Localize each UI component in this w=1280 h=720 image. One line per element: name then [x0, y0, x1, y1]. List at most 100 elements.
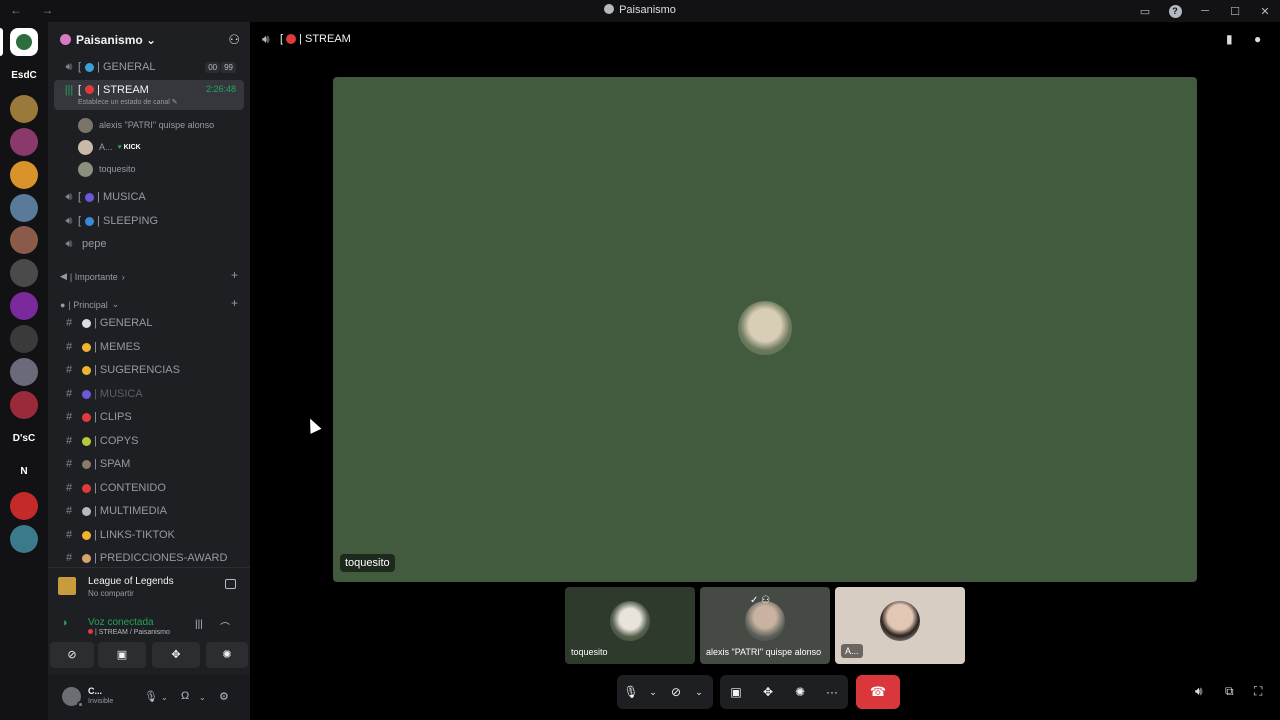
hash-icon: # — [65, 435, 73, 447]
channel-status-prompt[interactable]: Establece un estado de canal ✎ — [78, 98, 178, 106]
create-channel-icon[interactable]: + — [231, 268, 238, 282]
server-icon[interactable] — [10, 525, 38, 553]
chevron-down-icon[interactable]: ⌄ — [691, 687, 707, 698]
noise-suppression-icon[interactable]: ||| — [195, 619, 203, 630]
server-icon[interactable] — [10, 492, 38, 520]
microphone-button[interactable]: 🎙︎ — [617, 685, 645, 699]
text-channel[interactable]: # | MEMES — [54, 336, 244, 358]
focused-participant[interactable]: toquesito — [333, 77, 1197, 582]
activities-button[interactable]: ✥ — [152, 642, 200, 668]
chat-icon[interactable]: ● — [1254, 32, 1261, 46]
server-icon[interactable] — [10, 358, 38, 386]
speech-bubble-icon: ● — [60, 299, 66, 310]
text-channel[interactable]: # | CLIPS — [54, 406, 244, 428]
voice-channel-pepe[interactable]: 🔊︎ pepe — [54, 233, 244, 255]
volume-icon[interactable]: 🔊︎ — [1195, 684, 1203, 699]
chevron-down-icon[interactable]: ⌄ — [645, 687, 661, 698]
pop-out-icon[interactable]: ⧉ — [1225, 684, 1234, 699]
participant-tile[interactable]: toquesito — [565, 587, 695, 664]
server-icon[interactable] — [10, 292, 38, 320]
screen-share-button[interactable]: ▣ — [98, 642, 146, 668]
signal-icon[interactable]: ◗ — [62, 617, 69, 629]
channel-name: | CLIPS — [94, 411, 132, 423]
stream-game-icon[interactable] — [225, 579, 236, 589]
voice-status-title[interactable]: Voz conectada — [88, 617, 154, 628]
text-channel[interactable]: # | MUSICA — [54, 383, 244, 405]
voice-status-channel[interactable]: | STREAM / Paisanismo — [88, 629, 170, 636]
category-importante[interactable]: ◀ | Importante › — [60, 271, 125, 282]
voice-channel-sleeping[interactable]: 🔊︎ [ | SLEEPING — [54, 210, 244, 232]
voice-channel-general[interactable]: 🔊︎ [ | GENERAL 00 99 — [54, 56, 244, 78]
username[interactable]: C... — [88, 686, 102, 696]
inbox-icon[interactable]: ▭ — [1130, 5, 1160, 18]
channel-name: | COPYS — [94, 435, 139, 447]
soundboard-button[interactable]: ✺ — [206, 642, 248, 668]
text-channel[interactable]: # | SUGERENCIAS — [54, 359, 244, 381]
text-channel[interactable]: # | MULTIMEDIA — [54, 500, 244, 522]
add-member-icon[interactable]: ⚇ — [228, 32, 240, 48]
channel-sidebar: Paisanismo ⌄ ⚇ 🔊︎ [ | GENERAL 00 99 ||| [… — [48, 22, 250, 720]
channel-header: 🔊︎ [| STREAM ▮ ● — [250, 22, 1280, 56]
bookmark-icon[interactable]: ▮ — [1226, 32, 1233, 46]
channel-name: | GENERAL — [97, 61, 156, 73]
disconnect-button[interactable]: ☎ — [856, 675, 900, 709]
soundboard-button[interactable]: ✺ — [784, 685, 816, 699]
text-channel[interactable]: # | LINKS-TIKTOK — [54, 524, 244, 546]
channel-name: | MULTIMEDIA — [94, 505, 167, 517]
channel-emoji-icon — [82, 506, 91, 516]
fullscreen-icon[interactable]: ⛶ — [1254, 684, 1262, 699]
server-icon[interactable] — [10, 194, 38, 222]
window-title-wrap: Paisanismo — [0, 4, 1280, 16]
participant-tile[interactable]: A... — [835, 587, 965, 664]
category-principal[interactable]: ● | Principal ⌄ — [60, 299, 119, 310]
voice-channel-stream[interactable]: ||| [ | STREAM 2:26:48 Establece un esta… — [54, 80, 244, 110]
megaphone-icon: ◀ — [60, 271, 67, 281]
maximize-button[interactable]: ☐ — [1220, 5, 1250, 18]
text-channel[interactable]: # | GENERAL — [54, 312, 244, 334]
red-circle-emoji-icon — [286, 34, 297, 44]
close-button[interactable]: ✕ — [1250, 5, 1280, 18]
gear-icon[interactable]: ⚙ — [219, 690, 229, 703]
server-icon[interactable] — [10, 391, 38, 419]
server-icon[interactable] — [10, 128, 38, 156]
disconnect-icon[interactable]: ⌒ — [220, 619, 230, 634]
server-icon[interactable] — [10, 259, 38, 287]
server-icon[interactable] — [10, 161, 38, 189]
minimize-button[interactable]: ─ — [1190, 5, 1220, 17]
microphone-icon[interactable]: 🎙︎ — [144, 690, 158, 703]
server-icon[interactable] — [10, 28, 38, 56]
channel-prefix: [ — [78, 61, 82, 73]
camera-off-button[interactable]: ⊘ — [661, 685, 691, 699]
more-options-button[interactable]: ··· — [816, 685, 848, 699]
voice-channel-musica[interactable]: 🔊︎ [ | MUSICA — [54, 186, 244, 208]
server-icon[interactable]: D'sC — [10, 425, 38, 453]
activities-button[interactable]: ✥ — [752, 685, 784, 699]
participant-name: toquesito — [340, 554, 395, 572]
text-channel[interactable]: # | PREDICCIONES-AWARD — [54, 547, 244, 569]
text-channel[interactable]: # | COPYS — [54, 430, 244, 452]
voice-user[interactable]: alexis "PATRI" quispe alonso — [78, 115, 214, 135]
voice-user[interactable]: A... ♥ KICK — [78, 137, 141, 157]
server-icon[interactable]: N — [10, 458, 38, 486]
help-icon[interactable]: ? — [1160, 4, 1190, 18]
server-icon[interactable] — [10, 226, 38, 254]
channel-title: [| STREAM — [280, 33, 351, 45]
participant-tile[interactable]: ✓ ⚇ alexis "PATRI" quispe alonso — [700, 587, 830, 664]
guild-icon — [60, 34, 71, 45]
headphones-icon[interactable]: Ω — [181, 690, 189, 702]
avatar — [610, 601, 650, 641]
text-channel[interactable]: # | SPAM — [54, 453, 244, 475]
activity-title: League of Legends — [88, 576, 174, 587]
server-icon[interactable] — [10, 95, 38, 123]
server-icon[interactable] — [10, 325, 38, 353]
server-icon[interactable]: EsdC — [10, 62, 38, 90]
camera-button[interactable]: ⊘ — [50, 642, 94, 668]
text-channel[interactable]: # | CONTENIDO — [54, 477, 244, 499]
chevron-down-icon[interactable]: ⌄ — [199, 693, 206, 702]
guild-header[interactable]: Paisanismo ⌄ ⚇ — [48, 22, 250, 56]
voice-user[interactable]: toquesito — [78, 159, 136, 179]
create-channel-icon[interactable]: + — [231, 296, 238, 310]
screen-share-button[interactable]: ▣ — [720, 685, 752, 699]
chevron-down-icon[interactable]: ⌄ — [161, 693, 168, 702]
hash-icon: # — [65, 505, 73, 517]
